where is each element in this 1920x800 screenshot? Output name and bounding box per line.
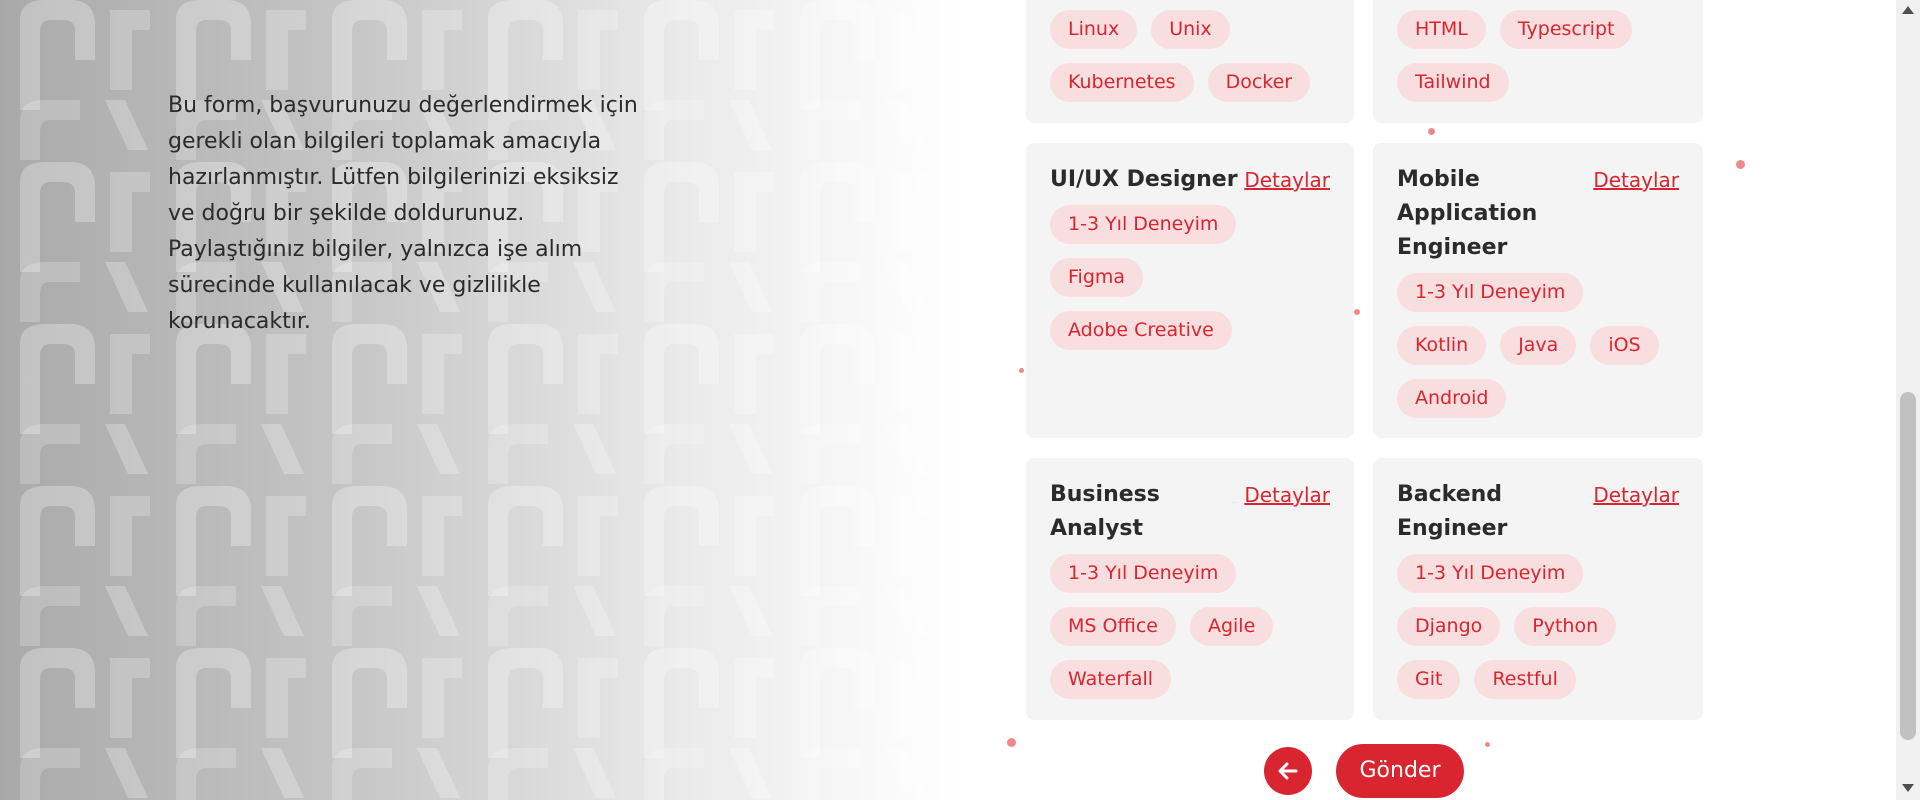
scroll-down-icon[interactable] (1902, 784, 1914, 792)
skill-tag: Waterfall (1050, 660, 1172, 699)
decorative-background-panel: Bu form, başvurunuzu değerlendirmek için… (0, 0, 960, 800)
skill-tag: Django (1397, 607, 1501, 646)
decorative-dot (1428, 128, 1435, 135)
skill-tag: Python (1514, 607, 1617, 646)
skill-tag: Tailwind (1397, 63, 1509, 102)
experience-tag: 1-3 Yıl Deneyim (1050, 554, 1237, 593)
form-description: Bu form, başvurunuzu değerlendirmek için… (168, 93, 638, 334)
position-card-mobile-engineer[interactable]: Mobile Application Engineer Detaylar 1-3… (1373, 143, 1703, 438)
decorative-dot (1019, 368, 1024, 373)
skill-tag: Agile (1189, 607, 1274, 646)
decorative-dot (1736, 160, 1745, 169)
skill-tag: Docker (1207, 63, 1311, 102)
skill-tag: Android (1397, 379, 1507, 418)
position-card-backend-engineer[interactable]: Backend Engineer Detaylar 1-3 Yıl Deneyi… (1373, 458, 1703, 720)
skill-tag: Linux (1050, 10, 1138, 49)
skill-tags: 1-3 Yıl Deneyim Django Python Git Restfu… (1397, 554, 1679, 699)
skill-tag: Figma (1050, 258, 1144, 297)
skill-tag: Java (1500, 326, 1577, 365)
position-title: Mobile Application Engineer (1397, 167, 1538, 260)
skill-tag: Adobe Creative (1050, 311, 1232, 350)
skill-tags: 1-3 Yıl Deneyim Kotlin Java iOS Android (1397, 273, 1679, 418)
skill-tags: 1-3 Yıl Deneyim Figma Adobe Creative (1050, 205, 1330, 350)
skill-tags: HTML Typescript Tailwind (1397, 10, 1679, 102)
details-link[interactable]: Detaylar (1593, 478, 1679, 512)
arrow-left-icon (1278, 762, 1298, 780)
decorative-dot (1354, 309, 1360, 315)
position-title: UI/UX Designer (1050, 167, 1238, 192)
details-link[interactable]: Detaylar (1244, 478, 1330, 512)
position-card-business-analyst[interactable]: Business Analyst Detaylar 1-3 Yıl Deneyi… (1026, 458, 1354, 720)
skill-tag: Typescript (1499, 10, 1633, 49)
experience-tag: 1-3 Yıl Deneyim (1397, 554, 1584, 593)
skill-tags: Linux Unix Kubernetes Docker (1050, 10, 1330, 102)
skill-tag: HTML (1397, 10, 1486, 49)
experience-tag: 1-3 Yıl Deneyim (1050, 205, 1237, 244)
details-link[interactable]: Detaylar (1593, 163, 1679, 197)
experience-tag: 1-3 Yıl Deneyim (1397, 273, 1584, 312)
page-scrollbar[interactable] (1896, 0, 1920, 800)
position-card-frontend[interactable]: HTML Typescript Tailwind (1373, 0, 1703, 123)
skill-tag: MS Office (1050, 607, 1176, 646)
position-card-uiux-designer[interactable]: UI/UX Designer Detaylar 1-3 Yıl Deneyim … (1026, 143, 1354, 438)
skill-tag: Unix (1151, 10, 1230, 49)
position-card-devops[interactable]: Linux Unix Kubernetes Docker (1026, 0, 1354, 123)
scroll-up-icon[interactable] (1902, 6, 1914, 14)
decorative-dot (1485, 742, 1490, 747)
position-cards-grid: Linux Unix Kubernetes Docker HTML Typesc… (1026, 0, 1703, 720)
submit-button[interactable]: Gönder (1336, 744, 1464, 798)
skill-tag: iOS (1590, 326, 1659, 365)
decorative-dot (1007, 738, 1016, 747)
back-button[interactable] (1264, 747, 1312, 795)
skill-tag: Kotlin (1397, 326, 1487, 365)
skill-tag: Restful (1474, 660, 1576, 699)
skill-tags: 1-3 Yıl Deneyim MS Office Agile Waterfal… (1050, 554, 1330, 699)
details-link[interactable]: Detaylar (1244, 163, 1330, 197)
skill-tag: Kubernetes (1050, 63, 1194, 102)
position-title: Backend Engineer (1397, 482, 1508, 541)
scroll-thumb[interactable] (1900, 392, 1916, 740)
skill-tag: Git (1397, 660, 1461, 699)
position-title: Business Analyst (1050, 482, 1160, 541)
